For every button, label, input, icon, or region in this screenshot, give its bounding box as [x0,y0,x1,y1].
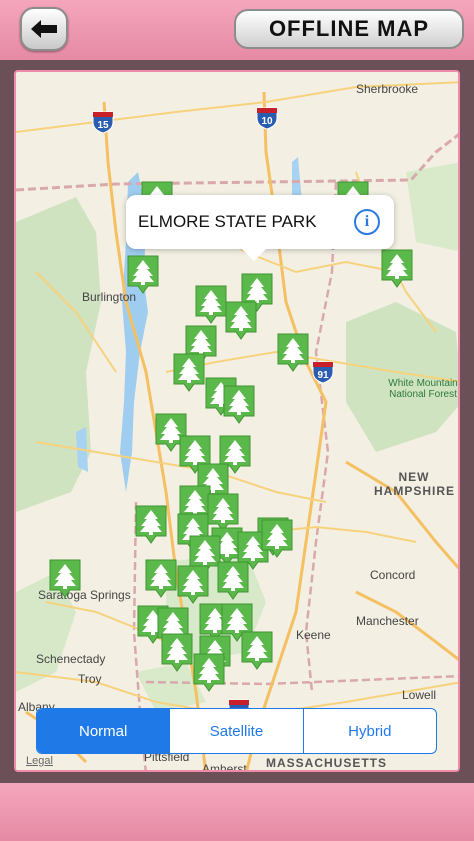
highway-shield-15: 15 [92,110,114,134]
map-type-control[interactable]: Normal Satellite Hybrid [36,708,437,754]
place-concord: Concord [370,568,416,582]
tree-marker-icon[interactable] [380,248,414,288]
place-keene: Keene [296,628,331,642]
arrow-left-icon [31,20,57,38]
place-manchester: Manchester [356,614,419,628]
legal-link[interactable]: Legal [26,755,53,767]
tree-marker-icon[interactable] [48,558,82,598]
highway-shield-10: 10 [256,106,278,130]
header-bar: OFFLINE MAP [0,0,474,60]
info-icon[interactable]: i [354,209,380,235]
tree-marker-icon[interactable] [176,564,210,604]
tree-marker-icon[interactable] [194,284,228,324]
tree-marker-icon[interactable] [160,632,194,672]
tree-marker-icon[interactable] [172,352,206,392]
map-view[interactable]: Sherbrooke Burlington Saratoga Springs S… [14,70,460,772]
park-callout[interactable]: ELMORE STATE PARK i [126,195,394,261]
place-sherbrooke: Sherbrooke [356,82,419,96]
tree-marker-icon[interactable] [224,300,258,340]
forest-label: White Mountain National Forest [388,378,458,400]
tree-marker-icon[interactable] [260,518,294,558]
map-type-hybrid[interactable]: Hybrid [304,709,436,753]
tree-marker-icon[interactable] [276,332,310,372]
place-troy: Troy [78,672,102,686]
place-lowell: Lowell [402,688,437,702]
place-amherst: Amherst [202,762,247,772]
tree-marker-icon[interactable] [144,558,178,598]
tree-marker-icon[interactable] [240,630,274,670]
state-new-hampshire: NEW HAMPSHIRE [374,470,456,498]
back-button[interactable] [20,7,68,51]
highway-shield-91: 91 [312,360,334,384]
place-schenectady: Schenectady [36,652,106,666]
footer-bar [0,783,474,841]
tree-marker-icon[interactable] [134,504,168,544]
map-type-normal[interactable]: Normal [37,709,171,753]
tree-marker-icon[interactable] [192,652,226,692]
tree-marker-icon[interactable] [216,560,250,600]
map-type-satellite[interactable]: Satellite [170,709,304,753]
callout-title: ELMORE STATE PARK [138,212,317,231]
state-massachusetts: MASSACHUSETTS [266,756,388,770]
page-title: OFFLINE MAP [234,9,464,49]
tree-marker-icon[interactable] [126,254,160,294]
tree-marker-icon[interactable] [222,384,256,424]
